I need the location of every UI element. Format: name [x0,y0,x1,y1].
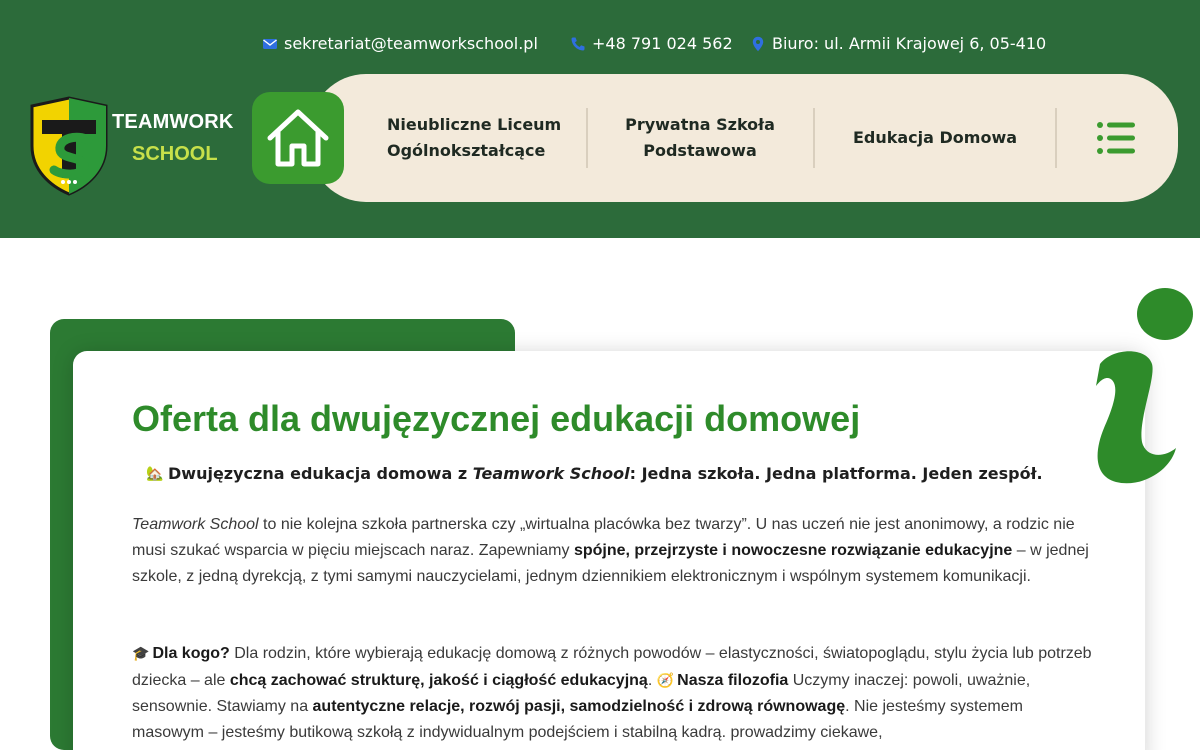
logo-text-school: SCHOOL [132,143,218,165]
nav-divider [1055,108,1057,168]
page-title: Oferta dla dwujęzycznej edukacji domowej [132,398,861,439]
nav-divider [586,108,588,168]
school-shield-logo-icon [30,96,108,196]
site-logo-link[interactable]: TEAMWORK SCHOOL [28,94,243,198]
logo-text-teamwork: TEAMWORK [112,111,234,133]
main-navigation: Nieubliczne Liceum Ogólnokształcące Prywa… [310,74,1178,202]
hamburger-menu-icon[interactable] [1096,120,1136,156]
nav-item-label: Nieubliczne Liceum Ogólnokształcące [387,115,562,160]
house-icon: 🏡 [146,465,164,482]
lead-text: 🏡 Dwujęzyczna edukacja domowa z Teamwork… [146,464,1043,483]
home-icon [267,109,329,167]
contact-phone-link[interactable]: +48 791 024 562 [570,34,733,53]
contact-address-link[interactable]: Biuro: ul. Armii Krajowej 6, 05-410 [750,34,1046,53]
nav-item-edukacja-domowa[interactable]: Edukacja Domowa [815,74,1055,202]
compass-icon: 🧭 [656,672,675,688]
site-header: sekretariat@teamworkschool.pl +48 791 02… [0,0,1200,238]
nav-item-szkola-podstawowa[interactable]: Prywatna Szkoła Podstawowa [590,74,810,202]
contact-email-text: sekretariat@teamworkschool.pl [284,34,538,53]
graduation-cap-icon: 🎓 [132,645,150,661]
contact-bar: sekretariat@teamworkschool.pl +48 791 02… [0,34,1200,58]
nav-item-label: Prywatna Szkoła Podstawowa [625,115,775,160]
phone-icon [571,37,585,50]
contact-phone-text: +48 791 024 562 [592,34,733,53]
philosophy-paragraph: 🎓 Dla kogo? Dla rodzin, które wybierają … [132,640,1092,746]
home-button[interactable] [252,92,344,184]
contact-address-text: Biuro: ul. Armii Krajowej 6, 05-410 [772,34,1047,53]
nav-item-liceum[interactable]: Nieubliczne Liceum Ogólnokształcące [350,74,580,202]
contact-email-link[interactable]: sekretariat@teamworkschool.pl [262,34,538,53]
envelope-icon [263,38,277,49]
nav-item-label: Edukacja Domowa [852,128,1018,148]
info-i-icon [1096,288,1193,484]
map-pin-icon [752,36,764,51]
intro-paragraph: Teamwork School to nie kolejna szkoła pa… [132,516,1089,585]
